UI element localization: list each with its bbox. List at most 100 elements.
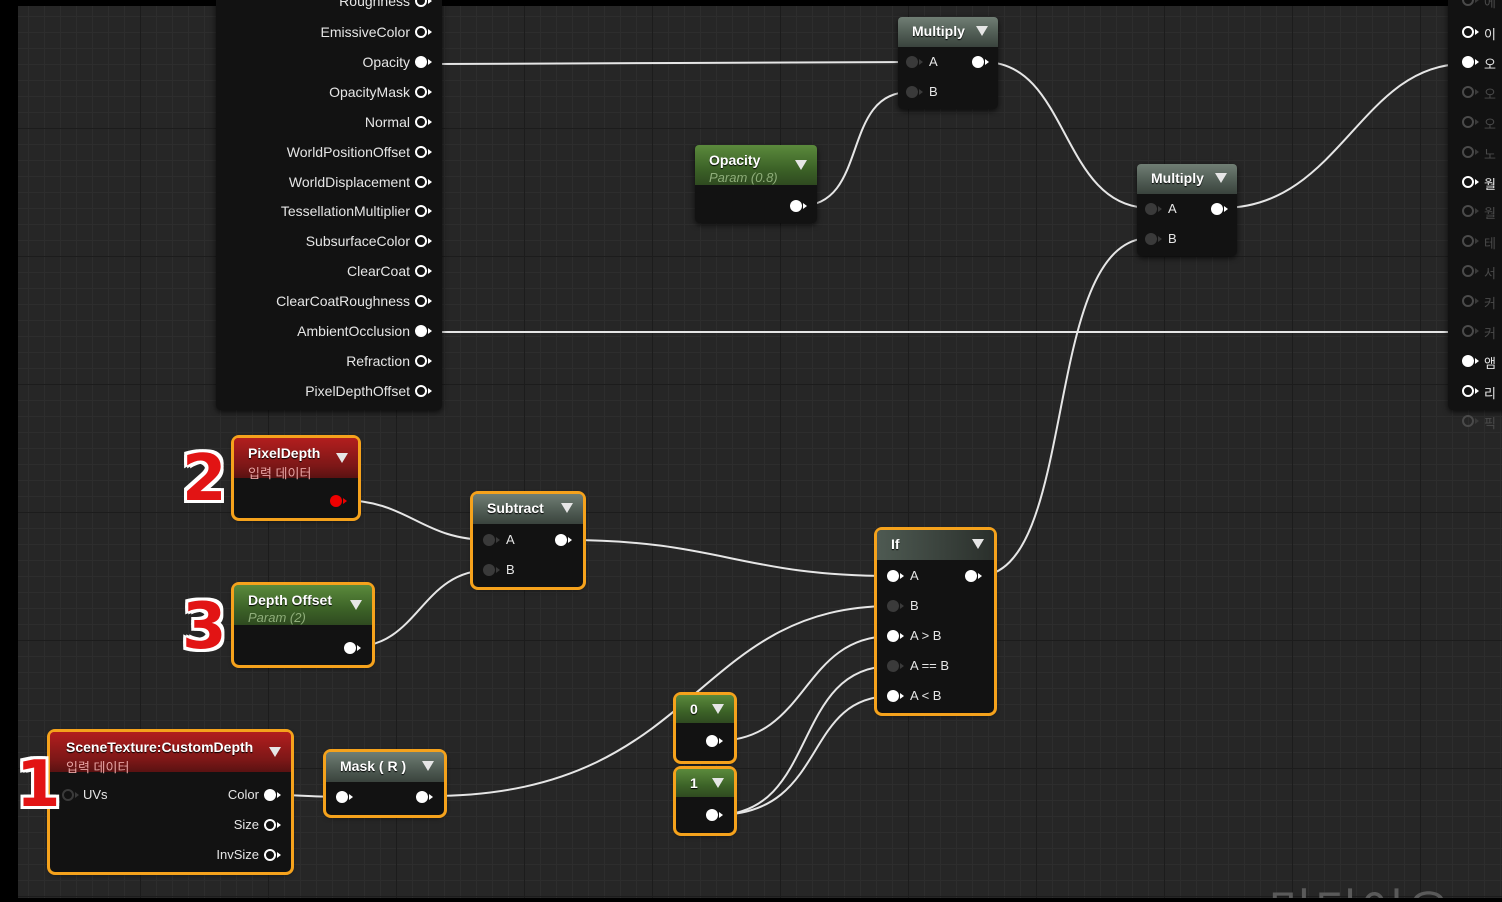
right-node-input-pin[interactable] bbox=[1462, 0, 1474, 6]
subtract-pin-b[interactable] bbox=[483, 564, 495, 576]
material-input-pin[interactable] bbox=[415, 26, 427, 38]
multiply-2-pin-a[interactable] bbox=[1145, 203, 1157, 215]
scene-texture-node[interactable]: SceneTexture:CustomDepth 입력 데이터 UVs Colo… bbox=[47, 729, 294, 875]
pin-arrow-icon bbox=[1475, 328, 1479, 334]
chevron-down-icon[interactable] bbox=[350, 600, 362, 610]
material-input-pin[interactable] bbox=[415, 145, 427, 158]
pin-arrow-icon bbox=[428, 298, 432, 305]
multiply-1-label-b: B bbox=[929, 84, 938, 99]
material-input-pin[interactable] bbox=[415, 85, 427, 98]
multiply-1-pin-b[interactable] bbox=[906, 86, 918, 98]
depth-offset-node[interactable]: Depth Offset Param (2) bbox=[231, 582, 375, 668]
opacity-param-output-pin[interactable] bbox=[790, 200, 802, 212]
subtract-header: Subtract bbox=[473, 494, 583, 524]
right-node-input-pin[interactable] bbox=[1462, 384, 1474, 397]
material-input-pin[interactable] bbox=[415, 384, 427, 397]
scene-texture-output-pin[interactable] bbox=[264, 819, 276, 831]
constant-1-output-pin[interactable] bbox=[706, 809, 718, 821]
material-input-pin[interactable] bbox=[415, 115, 427, 128]
if-node[interactable]: If AB A > B A == B A < B bbox=[874, 527, 997, 716]
constant-1-node[interactable]: 1 bbox=[673, 766, 737, 836]
chevron-down-icon[interactable] bbox=[561, 503, 573, 513]
right-node-input-pin[interactable] bbox=[1462, 325, 1474, 337]
if-input-pin[interactable] bbox=[887, 690, 899, 702]
right-node-input-label: 리 bbox=[1484, 385, 1496, 401]
right-node-input-label: 커 bbox=[1484, 326, 1496, 341]
multiply-2-output-pin[interactable] bbox=[1211, 203, 1223, 215]
multiply-node-2-header: Multiply bbox=[1137, 164, 1237, 194]
if-input-pin[interactable] bbox=[887, 630, 899, 642]
material-input-pin[interactable] bbox=[415, 175, 427, 188]
pixel-depth-output-pin[interactable] bbox=[330, 495, 342, 507]
mask-r-node[interactable]: Mask ( R ) bbox=[323, 749, 447, 818]
pin-arrow-icon bbox=[719, 812, 723, 818]
right-node-input-label: 오 bbox=[1484, 116, 1496, 132]
right-node-input-pin[interactable] bbox=[1462, 265, 1474, 278]
material-input-pin[interactable] bbox=[415, 55, 427, 68]
material-input-pin[interactable] bbox=[415, 325, 427, 337]
chevron-down-icon[interactable] bbox=[795, 160, 807, 170]
multiply-node-2[interactable]: Multiply A B bbox=[1137, 164, 1237, 256]
pin-arrow-icon bbox=[428, 387, 432, 394]
right-node-input-pin[interactable] bbox=[1462, 205, 1474, 218]
chevron-down-icon[interactable] bbox=[712, 778, 724, 788]
chevron-down-icon[interactable] bbox=[976, 26, 988, 36]
mask-r-output-pin[interactable] bbox=[416, 791, 428, 803]
constant-0-output-pin[interactable] bbox=[706, 735, 718, 747]
material-result-node[interactable]: Roughness EmissiveColor Opacity OpacityMask… bbox=[216, 0, 442, 410]
right-material-node[interactable]: 에이오오오노월월테서커커앰리픽 bbox=[1448, 0, 1502, 431]
chevron-down-icon[interactable] bbox=[422, 761, 434, 771]
chevron-down-icon[interactable] bbox=[712, 704, 724, 714]
right-node-input-pin[interactable] bbox=[1462, 145, 1474, 158]
right-node-input-pin[interactable] bbox=[1462, 85, 1474, 98]
multiply-node-1[interactable]: Multiply A B bbox=[898, 17, 998, 109]
scene-texture-output-pin[interactable] bbox=[264, 849, 276, 861]
pin-arrow-icon bbox=[1475, 148, 1479, 155]
material-input-pin[interactable] bbox=[415, 354, 427, 367]
right-node-input-pin[interactable] bbox=[1462, 175, 1474, 188]
right-node-input-pin[interactable] bbox=[1462, 295, 1474, 308]
pin-arrow-icon bbox=[803, 203, 807, 209]
right-node-input-pin[interactable] bbox=[1462, 26, 1474, 38]
chevron-down-icon[interactable] bbox=[269, 747, 281, 757]
multiply-1-output-pin[interactable] bbox=[972, 56, 984, 68]
mask-r-input-pin[interactable] bbox=[336, 791, 348, 803]
chevron-down-icon[interactable] bbox=[972, 539, 984, 549]
material-input-pin[interactable] bbox=[415, 295, 427, 308]
pin-arrow-icon bbox=[1475, 417, 1479, 424]
right-node-input-pin[interactable] bbox=[1462, 354, 1474, 367]
opacity-param-node[interactable]: Opacity Param (0.8) bbox=[695, 145, 817, 223]
pin-arrow-icon bbox=[900, 603, 904, 609]
scene-texture-uvs-pin[interactable] bbox=[62, 789, 74, 801]
material-input-pin[interactable] bbox=[415, 205, 427, 218]
mask-r-title: Mask ( R ) bbox=[340, 758, 407, 774]
chevron-down-icon[interactable] bbox=[336, 453, 348, 463]
depth-offset-output-pin[interactable] bbox=[344, 642, 356, 654]
pixel-depth-node[interactable]: PixelDepth 입력 데이터 bbox=[231, 435, 361, 521]
material-input-pin[interactable] bbox=[415, 0, 427, 7]
subtract-node[interactable]: Subtract A B bbox=[470, 491, 586, 590]
pin-arrow-icon bbox=[985, 59, 989, 65]
if-input-label: A == B bbox=[910, 658, 950, 673]
pin-arrow-icon bbox=[1158, 206, 1162, 212]
subtract-pin-a[interactable] bbox=[483, 534, 495, 546]
multiply-2-pin-b[interactable] bbox=[1145, 233, 1157, 245]
chevron-down-icon[interactable] bbox=[1215, 173, 1227, 183]
constant-0-value: 0 bbox=[690, 701, 698, 717]
constant-0-node[interactable]: 0 bbox=[673, 692, 737, 764]
multiply-1-pin-a[interactable] bbox=[906, 56, 918, 68]
right-node-input-pin[interactable] bbox=[1462, 55, 1474, 68]
right-node-input-pin[interactable] bbox=[1462, 115, 1474, 128]
right-node-input-pin[interactable] bbox=[1462, 414, 1474, 427]
material-input-pin[interactable] bbox=[415, 265, 427, 278]
right-node-input-pin[interactable] bbox=[1462, 235, 1474, 248]
if-input-pin[interactable] bbox=[887, 570, 899, 582]
subtract-output-pin[interactable] bbox=[555, 534, 567, 546]
if-output-pin[interactable] bbox=[965, 570, 977, 582]
pin-arrow-icon bbox=[1475, 268, 1479, 275]
if-input-pin[interactable] bbox=[887, 600, 899, 612]
scene-texture-output-pin[interactable] bbox=[264, 789, 276, 801]
material-input-pin[interactable] bbox=[415, 235, 427, 248]
if-input-pin[interactable] bbox=[887, 660, 899, 672]
material-input-label: AmbientOcclusion bbox=[297, 323, 410, 339]
